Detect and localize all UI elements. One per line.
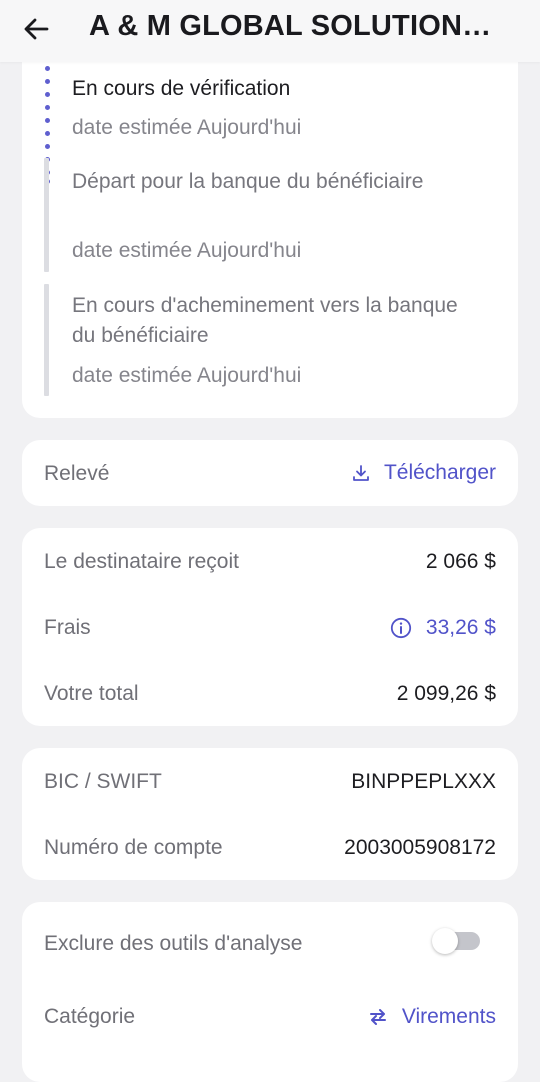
toggle-knob (432, 928, 458, 954)
timeline-step-estimate: date estimée Aujourd'hui (72, 116, 302, 139)
account-number-label: Numéro de compte (44, 836, 223, 859)
timeline-step-bar (44, 284, 49, 396)
total-value: 2 099,26 $ (396, 682, 496, 705)
options-card: Exclure des outils d'analyse Catégorie V… (22, 902, 518, 1082)
timeline-step-bar (44, 158, 49, 272)
bank-details-card: BIC / SWIFT BINPPEPLXXX Numéro de compte… (22, 748, 518, 880)
total-label: Votre total (44, 682, 139, 705)
download-statement-link[interactable]: Télécharger (352, 461, 496, 485)
back-button[interactable] (20, 13, 52, 45)
account-number-value: 2003005908172 (344, 836, 496, 859)
timeline-step-title: En cours d'acheminement vers la banque d… (72, 294, 458, 347)
fees-value: 33,26 $ (425, 616, 496, 639)
app-header: A & M GLOBAL SOLUTIONS INTERNATIONAL (0, 0, 540, 62)
amounts-card: Le destinataire reçoit 2 066 $ Frais 33,… (22, 528, 518, 726)
timeline-step-title: En cours de vérification (72, 77, 291, 100)
statement-label: Relevé (44, 462, 110, 485)
exclude-analytics-toggle[interactable] (432, 928, 480, 954)
fees-label: Frais (44, 616, 91, 639)
bic-label: BIC / SWIFT (44, 770, 162, 793)
exclude-analytics-label: Exclure des outils d'analyse (44, 932, 303, 955)
page-title: A & M GLOBAL SOLUTIONS INTERNATIONAL (89, 10, 509, 42)
download-label: Télécharger (383, 461, 496, 484)
recipient-receives-label: Le destinataire reçoit (44, 550, 239, 573)
statement-card: Relevé Télécharger (22, 440, 518, 506)
category-selector[interactable]: Virements (368, 1005, 496, 1029)
fees-info-link[interactable]: 33,26 $ (390, 616, 496, 640)
recipient-receives-value: 2 066 $ (425, 550, 496, 573)
arrow-left-icon (24, 18, 49, 40)
timeline-step-estimate: date estimée Aujourd'hui (72, 239, 302, 262)
category-label: Catégorie (44, 1005, 136, 1028)
download-icon (353, 465, 369, 481)
timeline-step-estimate: date estimée Aujourd'hui (72, 364, 302, 387)
info-icon (390, 617, 412, 639)
timeline-step-title: Départ pour la banque du bénéficiaire (72, 170, 424, 193)
transfer-status-timeline: En cours de vérification date estimée Au… (22, 30, 518, 418)
category-value: Virements (401, 1005, 496, 1028)
transfer-arrows-icon (369, 1009, 386, 1025)
bic-value: BINPPEPLXXX (351, 770, 496, 793)
